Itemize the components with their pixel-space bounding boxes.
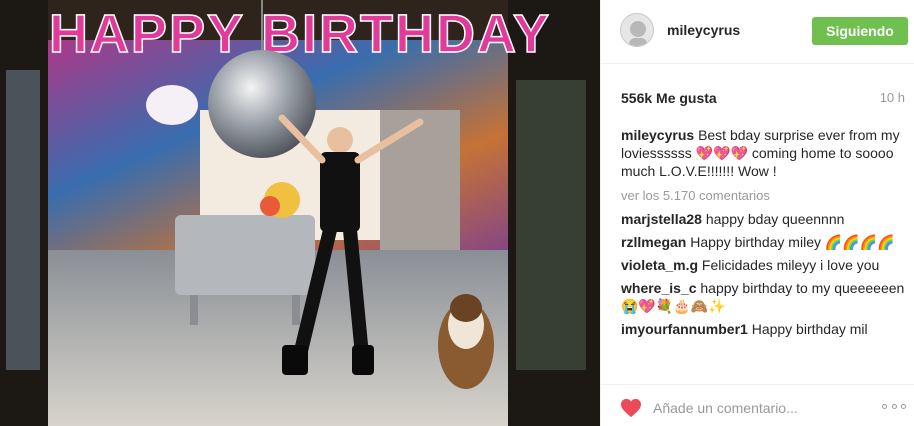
follow-button[interactable]: Siguiendo: [812, 17, 908, 45]
disco-ball: [208, 50, 316, 158]
mirror-piano: [175, 215, 315, 295]
comment-text: Happy birthday mil: [751, 321, 868, 337]
unicorn-balloon: [146, 85, 198, 125]
post-time[interactable]: 10 h: [880, 90, 905, 105]
comment-username[interactable]: marjstella28: [621, 211, 702, 227]
avatar[interactable]: [620, 13, 654, 47]
list-item: imyourfannumber1 Happy birthday mil: [621, 320, 905, 338]
likes-row: 556k Me gusta 10 h: [621, 90, 905, 108]
list-item: where_is_c happy birthday to my queeeeee…: [621, 279, 905, 315]
list-item: marjstella28 happy bday queennnn: [621, 210, 905, 228]
author-username[interactable]: mileycyrus: [667, 22, 740, 38]
comment-list: mileycyrus Best bday surprise ever from …: [621, 126, 905, 374]
list-item: violeta_m.g Felicidades mileyy i love yo…: [621, 256, 905, 274]
comment-text: happy bday queennnn: [705, 211, 845, 227]
caption: mileycyrus Best bday surprise ever from …: [621, 126, 905, 180]
view-all-comments-link[interactable]: ver los 5.170 comentarios: [621, 188, 905, 203]
caption-username[interactable]: mileycyrus: [621, 127, 694, 143]
comment-username[interactable]: rzllmegan: [621, 234, 686, 250]
post-header: mileycyrus Siguiendo: [601, 0, 914, 64]
comment-bar: [601, 384, 914, 426]
comment-username[interactable]: imyourfannumber1: [621, 321, 748, 337]
more-options-icon[interactable]: [882, 399, 906, 413]
photo-scene: HAPPY BIRTHDAY: [0, 0, 600, 426]
comment-username[interactable]: violeta_m.g: [621, 257, 698, 273]
post-sidebar: mileycyrus Siguiendo 556k Me gusta 10 h …: [600, 0, 914, 426]
heart-icon[interactable]: [620, 398, 642, 418]
comment-text: Happy birthday miley 🌈🌈🌈🌈: [690, 234, 895, 250]
balloon-banner: HAPPY BIRTHDAY: [49, 4, 551, 64]
comment-username[interactable]: where_is_c: [621, 280, 697, 296]
comment-text: Felicidades mileyy i love you: [701, 257, 880, 273]
comment-input[interactable]: [653, 396, 853, 420]
post-photo[interactable]: HAPPY BIRTHDAY: [0, 0, 600, 426]
list-item: rzllmegan Happy birthday miley 🌈🌈🌈🌈: [621, 233, 905, 251]
likes-count[interactable]: 556k Me gusta: [621, 90, 717, 106]
